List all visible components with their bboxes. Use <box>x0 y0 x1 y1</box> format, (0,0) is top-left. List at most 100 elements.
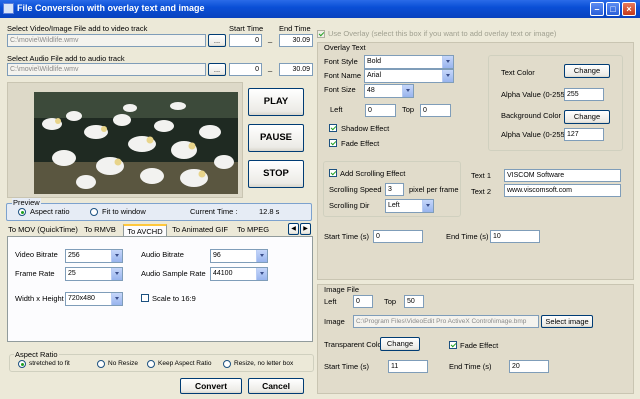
text1-input[interactable]: VISCOM Software <box>504 169 621 182</box>
video-browse-button[interactable]: ... <box>208 34 226 47</box>
use-overlay-label: Use Overlay (select this box if you want… <box>328 29 557 38</box>
transparent-color-label: Transparent Color <box>324 340 385 349</box>
shadow-effect-checkbox[interactable] <box>329 124 337 132</box>
tab-animated-gif[interactable]: To Animated GIF <box>169 224 231 236</box>
audio-source-label: Select Audio File add to audio track <box>7 54 125 63</box>
tab-scroll-left-icon[interactable]: ◀ <box>288 223 299 235</box>
scroll-dir-label: Scrolling Dir <box>329 201 370 210</box>
aspect-ratio-label: Aspect ratio <box>30 207 70 216</box>
convert-button[interactable]: Convert <box>180 378 242 394</box>
text-color-change-button[interactable]: Change <box>564 64 610 78</box>
tab-rmvb[interactable]: To RMVB <box>81 224 119 236</box>
text2-label: Text 2 <box>471 187 492 196</box>
image-left-label: Left <box>324 297 337 306</box>
bg-color-label: Background Color <box>501 111 562 120</box>
pause-button[interactable]: PAUSE <box>248 124 304 152</box>
chevron-down-icon <box>256 250 267 262</box>
scale-16-9-checkbox[interactable] <box>141 294 149 302</box>
scroll-dir-select[interactable]: Left <box>385 199 434 213</box>
cancel-button[interactable]: Cancel <box>248 378 304 394</box>
overlay-text-panel: Overlay Text Font Style Bold Font Name A… <box>317 42 634 280</box>
text-end-input[interactable]: 10 <box>490 230 540 243</box>
scrolling-effect-checkbox[interactable] <box>329 169 337 177</box>
audio-start-time-input[interactable]: 0 <box>229 63 262 76</box>
window-title: File Conversion with overlay text and im… <box>17 3 205 13</box>
bg-alpha-input[interactable]: 127 <box>564 128 604 141</box>
aspect-stretch-label: stretched to fit <box>29 360 70 367</box>
transparent-color-change-button[interactable]: Change <box>380 337 420 351</box>
sample-rate-select[interactable]: 44100 <box>210 267 268 281</box>
size-label: Width x Height <box>15 294 64 303</box>
image-fade-label: Fade Effect <box>460 341 499 350</box>
tab-scroll-right-icon[interactable]: ▶ <box>300 223 311 235</box>
size-value: 720x480 <box>68 295 95 302</box>
video-bitrate-select[interactable]: 256 <box>65 249 123 263</box>
frame-rate-select[interactable]: 25 <box>65 267 123 281</box>
stop-button[interactable]: STOP <box>248 160 304 188</box>
preview-title: Preview <box>12 198 41 207</box>
font-size-value: 48 <box>367 87 375 94</box>
tab-mov[interactable]: To MOV (QuickTime) <box>7 224 79 236</box>
fit-to-window-radio[interactable] <box>90 208 98 216</box>
aspect-stretch-radio[interactable] <box>18 360 26 368</box>
bg-alpha-label: Alpha Value (0-255) <box>501 130 568 139</box>
aspect-ratio-title: Aspect Ratio <box>14 350 59 359</box>
video-time-dash: _ <box>268 34 273 43</box>
scroll-speed-input[interactable]: 3 <box>385 183 404 196</box>
tab-avchd[interactable]: To AVCHD <box>123 224 167 236</box>
aspect-no-resize-label: No Resize <box>108 360 138 367</box>
close-button[interactable]: × <box>622 2 636 16</box>
video-path-field[interactable]: C:\movie\Wildlife.wmv <box>7 34 206 47</box>
select-image-button[interactable]: Select image <box>541 315 593 328</box>
scroll-speed-label: Scrolling Speed <box>329 185 382 194</box>
video-bitrate-label: Video Bitrate <box>15 250 58 259</box>
chevron-down-icon <box>422 200 433 212</box>
tab-mpeg[interactable]: To MPEG <box>234 224 272 236</box>
image-file-panel: Image File Left 0 Top 50 Image C:\Progra… <box>317 284 634 394</box>
text1-label: Text 1 <box>471 171 492 180</box>
frame-rate-value: 25 <box>68 270 76 277</box>
minimize-button[interactable]: – <box>590 2 604 16</box>
bg-color-change-button[interactable]: Change <box>564 110 610 124</box>
text-color-label: Text Color <box>501 68 535 77</box>
aspect-ratio-radio[interactable] <box>18 208 26 216</box>
size-select[interactable]: 720x480 <box>65 292 123 306</box>
video-end-time-input[interactable]: 30.09 <box>279 34 313 47</box>
text-top-input[interactable]: 0 <box>420 104 451 117</box>
image-fade-checkbox[interactable] <box>449 341 457 349</box>
text2-input[interactable]: www.viscomsoft.com <box>504 184 621 197</box>
shadow-effect-label: Shadow Effect <box>341 124 390 133</box>
font-size-select[interactable]: 48 <box>364 84 414 98</box>
image-path-field[interactable]: C:\Program Files\VideoEdit Pro ActiveX C… <box>353 315 539 328</box>
play-button[interactable]: PLAY <box>248 88 304 116</box>
audio-browse-button[interactable]: ... <box>208 63 226 76</box>
audio-bitrate-select[interactable]: 96 <box>210 249 268 263</box>
text-alpha-input[interactable]: 255 <box>564 88 604 101</box>
aspect-no-resize-radio[interactable] <box>97 360 105 368</box>
font-name-label: Font Name <box>324 71 362 80</box>
audio-path-field[interactable]: C:\movie\Wildlife.wmv <box>7 63 206 76</box>
chevron-down-icon <box>442 56 453 68</box>
gannet-colony-image <box>34 92 238 194</box>
text-left-input[interactable]: 0 <box>365 104 396 117</box>
image-left-input[interactable]: 0 <box>353 295 373 308</box>
image-start-input[interactable]: 11 <box>388 360 428 373</box>
maximize-button[interactable]: □ <box>606 2 620 16</box>
chevron-down-icon <box>111 293 122 305</box>
use-overlay-checkbox[interactable] <box>317 30 325 38</box>
video-start-time-input[interactable]: 0 <box>229 34 262 47</box>
text-fade-checkbox[interactable] <box>329 139 337 147</box>
font-name-select[interactable]: Arial <box>364 69 454 83</box>
image-end-input[interactable]: 20 <box>509 360 549 373</box>
audio-time-dash: _ <box>268 63 273 72</box>
chevron-down-icon <box>402 85 413 97</box>
chevron-down-icon <box>111 250 122 262</box>
aspect-letterbox-radio[interactable] <box>223 360 231 368</box>
audio-end-time-input[interactable]: 30.09 <box>279 63 313 76</box>
aspect-keep-radio[interactable] <box>147 360 155 368</box>
text-start-input[interactable]: 0 <box>373 230 423 243</box>
image-top-input[interactable]: 50 <box>404 295 424 308</box>
font-style-value: Bold <box>367 58 382 65</box>
font-style-select[interactable]: Bold <box>364 55 454 69</box>
audio-bitrate-value: 96 <box>213 252 221 259</box>
